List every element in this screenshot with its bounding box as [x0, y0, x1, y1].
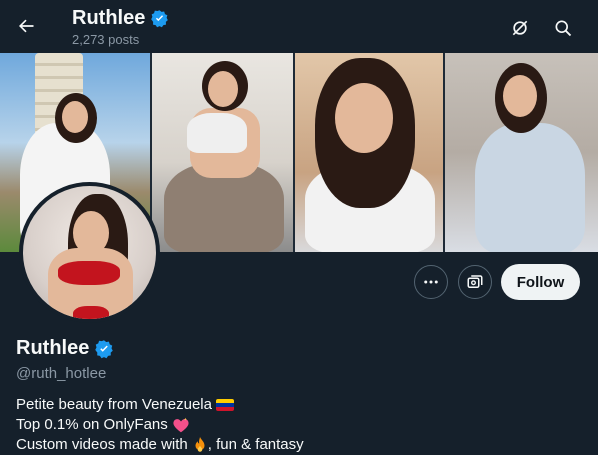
bio-text-1: Petite beauty from Venezuela	[16, 396, 212, 413]
profile-name-text: Ruthlee	[16, 337, 90, 359]
post-count: 2,273 posts	[72, 32, 140, 47]
profile-name: Ruthlee	[16, 337, 114, 360]
bio-line-3: Custom videos made with , fun & fantasy	[16, 435, 304, 455]
bio-text-3b: , fun & fantasy	[207, 436, 304, 453]
follow-button[interactable]: Follow	[501, 264, 580, 300]
venezuela-flag-icon	[215, 399, 234, 411]
search-icon	[555, 20, 572, 37]
subscribe-button[interactable]	[458, 265, 492, 299]
header-name-text: Ruthlee	[72, 7, 146, 29]
notifications-button[interactable]	[503, 11, 537, 45]
header-name: Ruthlee	[72, 6, 169, 30]
profile-bio: Petite beauty from Venezuela Top 0.1% on…	[16, 395, 304, 455]
back-button[interactable]	[9, 9, 43, 43]
arrow-left-icon	[19, 19, 34, 33]
more-icon	[424, 280, 438, 284]
sparkling-heart-icon	[173, 417, 189, 433]
banner-photo-4	[444, 53, 598, 252]
bio-line-1: Petite beauty from Venezuela	[16, 395, 304, 415]
banner-photo-3	[295, 53, 443, 252]
verified-badge-icon	[95, 339, 114, 358]
notifications-off-icon	[512, 20, 528, 36]
subscribe-icon	[467, 275, 483, 288]
search-button[interactable]	[546, 11, 580, 45]
bio-text-3: Custom videos made with	[16, 436, 188, 453]
bio-line-2: Top 0.1% on OnlyFans	[16, 415, 304, 435]
profile-handle: @ruth_hotlee	[16, 365, 107, 382]
bio-text-2: Top 0.1% on OnlyFans	[16, 416, 168, 433]
more-button[interactable]	[414, 265, 448, 299]
avatar[interactable]	[19, 182, 160, 323]
verified-badge-icon	[151, 9, 169, 27]
banner-photo-2	[151, 53, 294, 252]
fire-icon	[195, 436, 205, 452]
profile-header: Ruthlee 2,273 posts	[0, 0, 598, 53]
header-title: Ruthlee 2,273 posts	[72, 6, 169, 47]
